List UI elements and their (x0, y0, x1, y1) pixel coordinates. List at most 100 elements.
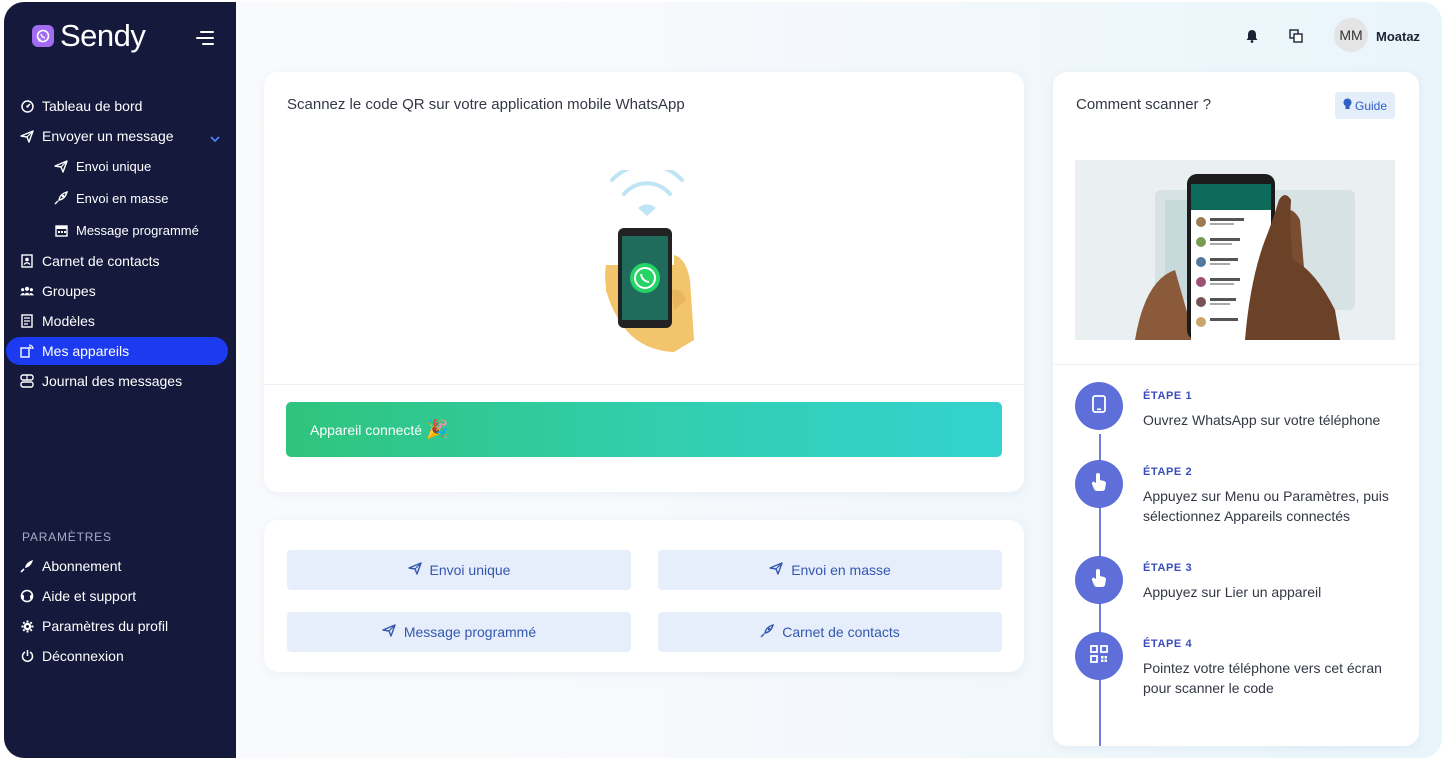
bell-icon[interactable] (1244, 28, 1260, 44)
scan-tutorial-image (1075, 160, 1395, 340)
send-icon (382, 624, 396, 640)
sidebar-item-dashboard[interactable]: Tableau de bord (4, 92, 236, 120)
sidebar-item-send-message[interactable]: Envoyer un message (4, 122, 236, 150)
sidebar-item-label: Envoi unique (76, 158, 152, 174)
button-label: Message programmé (403, 624, 537, 640)
single-send-button[interactable]: Envoi unique (287, 550, 631, 590)
brand-name: Sendy (60, 18, 146, 53)
sidebar-item-message-log[interactable]: Journal des messages (4, 367, 236, 395)
templates-icon (20, 314, 34, 328)
sidebar-item-bulk-send[interactable]: Envoi en masse (4, 184, 236, 212)
sidebar-item-subscription[interactable]: Abonnement (4, 552, 236, 580)
sidebar-item-groups[interactable]: Groupes (4, 277, 236, 305)
sidebar-item-support[interactable]: Aide et support (4, 582, 236, 610)
qr-card-title: Scannez le code QR sur votre application… (287, 96, 685, 113)
sidebar-item-devices[interactable]: Mes appareils (4, 337, 236, 365)
brand[interactable]: Sendy (32, 18, 146, 54)
devices-icon (20, 344, 34, 358)
rocket-icon (760, 623, 775, 641)
step-1-text: Ouvrez WhatsApp sur votre téléphone (1143, 412, 1381, 428)
power-icon (20, 649, 34, 663)
menu-toggle-icon[interactable] (196, 30, 214, 46)
guide-card-title: Comment scanner ? (1076, 96, 1212, 113)
sidebar: Sendy Tableau de bord Envoyer un message… (4, 2, 236, 758)
sidebar-item-profile-settings[interactable]: Paramètres du profil (4, 612, 236, 640)
sidebar-item-scheduled-message[interactable]: Message programmé (4, 216, 236, 244)
sidebar-item-label: Mes appareils (42, 343, 130, 359)
step-2-text: Appuyez sur Menu ou Paramètres, puis sél… (1143, 486, 1389, 526)
contacts-button[interactable]: Carnet de contacts (658, 612, 1002, 652)
support-icon (20, 589, 34, 603)
gear-icon (20, 619, 34, 633)
party-popper-icon: 🎉 (426, 419, 449, 439)
qr-code-icon (1090, 644, 1108, 668)
subscription-icon (20, 559, 34, 573)
step-2-text-line-1: Appuyez sur Menu ou Paramètres, puis (1143, 488, 1389, 504)
bulk-send-button[interactable]: Envoi en masse (658, 550, 1002, 590)
step-4-text: Pointez votre téléphone vers cet écran p… (1143, 658, 1382, 698)
copy-icon[interactable] (1288, 28, 1304, 44)
guide-button[interactable]: Guide (1335, 92, 1395, 119)
qr-card: Scannez le code QR sur votre application… (264, 72, 1024, 492)
dashboard-icon (20, 99, 34, 113)
chevron-down-icon[interactable] (210, 130, 220, 146)
send-icon (407, 562, 422, 578)
lightbulb-icon (1343, 98, 1352, 113)
step-3-circle (1075, 556, 1123, 604)
sidebar-item-label: Envoyer un message (42, 128, 174, 144)
step-4-label: ÉTAPE 4 (1143, 638, 1193, 650)
step-2-text-line-2: sélectionnez Appareils connectés (1143, 508, 1351, 524)
steps-timeline: ÉTAPE 1 Ouvrez WhatsApp sur votre téléph… (1053, 382, 1419, 746)
step-4-text-line-1: Pointez votre téléphone vers cet écran (1143, 660, 1382, 676)
button-label: Envoi en masse (791, 562, 891, 578)
step-4-text-line-2: pour scanner le code (1143, 680, 1274, 696)
sidebar-item-label: Groupes (42, 283, 96, 299)
button-label: Carnet de contacts (782, 624, 900, 640)
groups-icon (20, 284, 34, 298)
settings-section-label: PARAMÈTRES (22, 530, 112, 544)
scheduled-message-button[interactable]: Message programmé (287, 612, 631, 652)
sidebar-item-label: Paramètres du profil (42, 618, 169, 634)
step-4-circle (1075, 632, 1123, 680)
send-icon (769, 562, 783, 578)
step-1-circle (1075, 382, 1123, 430)
sidebar-item-label: Aide et support (42, 588, 137, 604)
brand-logo-icon (32, 25, 54, 47)
avatar[interactable]: MM (1334, 18, 1368, 52)
connection-status-banner: Appareil connecté 🎉 (286, 402, 1002, 457)
quick-actions-card: Envoi unique Envoi en masse Message prog… (264, 520, 1024, 672)
sidebar-item-label: Journal des messages (42, 373, 183, 389)
sidebar-item-contacts[interactable]: Carnet de contacts (4, 247, 236, 275)
log-icon (20, 374, 34, 388)
send-icon (54, 159, 68, 173)
sidebar-item-label: Abonnement (42, 558, 122, 574)
sidebar-item-logout[interactable]: Déconnexion (4, 642, 236, 670)
hand-pointer-icon (1091, 472, 1107, 496)
guide-button-label: Guide (1354, 98, 1388, 113)
calendar-icon (54, 223, 68, 237)
step-2-label: ÉTAPE 2 (1143, 466, 1193, 478)
send-icon (20, 129, 34, 143)
hand-pointer-icon (1091, 568, 1107, 592)
contacts-icon (20, 254, 34, 268)
sidebar-item-templates[interactable]: Modèles (4, 307, 236, 335)
qr-card-divider (264, 384, 1024, 385)
app-frame: Sendy Tableau de bord Envoyer un message… (4, 2, 1442, 758)
tablet-icon (1092, 394, 1106, 418)
step-1-label: ÉTAPE 1 (1143, 390, 1193, 402)
step-3-text: Appuyez sur Lier un appareil (1143, 584, 1322, 600)
connection-status-text: Appareil connecté (310, 421, 423, 438)
sidebar-item-label: Déconnexion (42, 648, 124, 664)
rocket-icon (54, 191, 68, 205)
guide-card: Comment scanner ? Guide ÉTAPE 1 Ouvrez W… (1053, 72, 1419, 746)
guide-card-divider (1053, 364, 1419, 365)
app-root: Sendy Tableau de bord Envoyer un message… (0, 0, 1446, 762)
step-3-label: ÉTAPE 3 (1143, 562, 1193, 574)
sidebar-item-label: Tableau de bord (42, 98, 143, 114)
sidebar-item-single-send[interactable]: Envoi unique (4, 152, 236, 180)
sidebar-item-label: Message programmé (76, 222, 199, 238)
username[interactable]: Moataz (1376, 29, 1420, 44)
phone-illustration (604, 162, 694, 360)
sidebar-item-label: Modèles (42, 313, 95, 329)
step-2-circle (1075, 460, 1123, 508)
